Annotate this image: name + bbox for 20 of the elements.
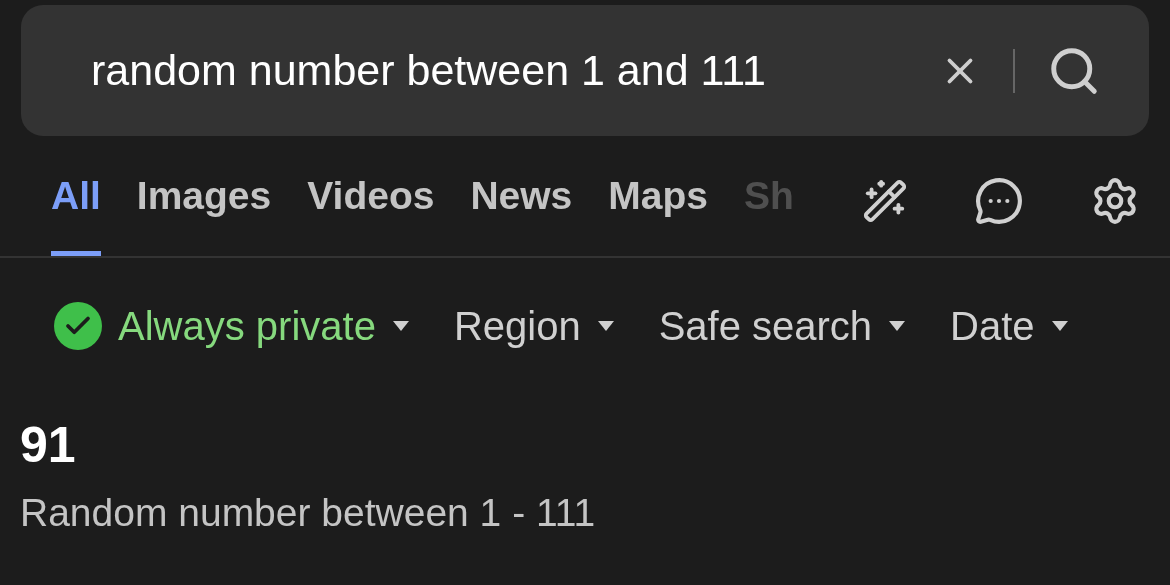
- filter-dropdown[interactable]: Safe search: [658, 296, 907, 356]
- result-description: Random number between 1 - 111: [20, 490, 597, 536]
- tab[interactable]: Maps: [608, 166, 708, 256]
- caret-icon: [596, 320, 615, 332]
- search-query: random number between 1 and 111: [91, 45, 767, 97]
- tab[interactable]: All: [51, 166, 101, 256]
- caret-icon: [1050, 320, 1069, 332]
- tab[interactable]: Images: [136, 166, 272, 256]
- check-icon: [54, 302, 102, 350]
- caret-icon: [888, 320, 907, 332]
- caret-icon: [391, 320, 410, 332]
- tab[interactable]: Videos: [307, 166, 435, 256]
- filter-dropdown[interactable]: Date: [950, 296, 1069, 356]
- chat-icon[interactable]: [974, 176, 1024, 226]
- filter-dropdown[interactable]: Region: [453, 296, 615, 356]
- search-field[interactable]: random number between 1 and 111: [21, 5, 1149, 136]
- tab[interactable]: News: [470, 166, 573, 256]
- privacy-dropdown[interactable]: Always private: [54, 296, 410, 356]
- wand-icon[interactable]: [862, 178, 908, 224]
- result-number: 91: [20, 420, 77, 470]
